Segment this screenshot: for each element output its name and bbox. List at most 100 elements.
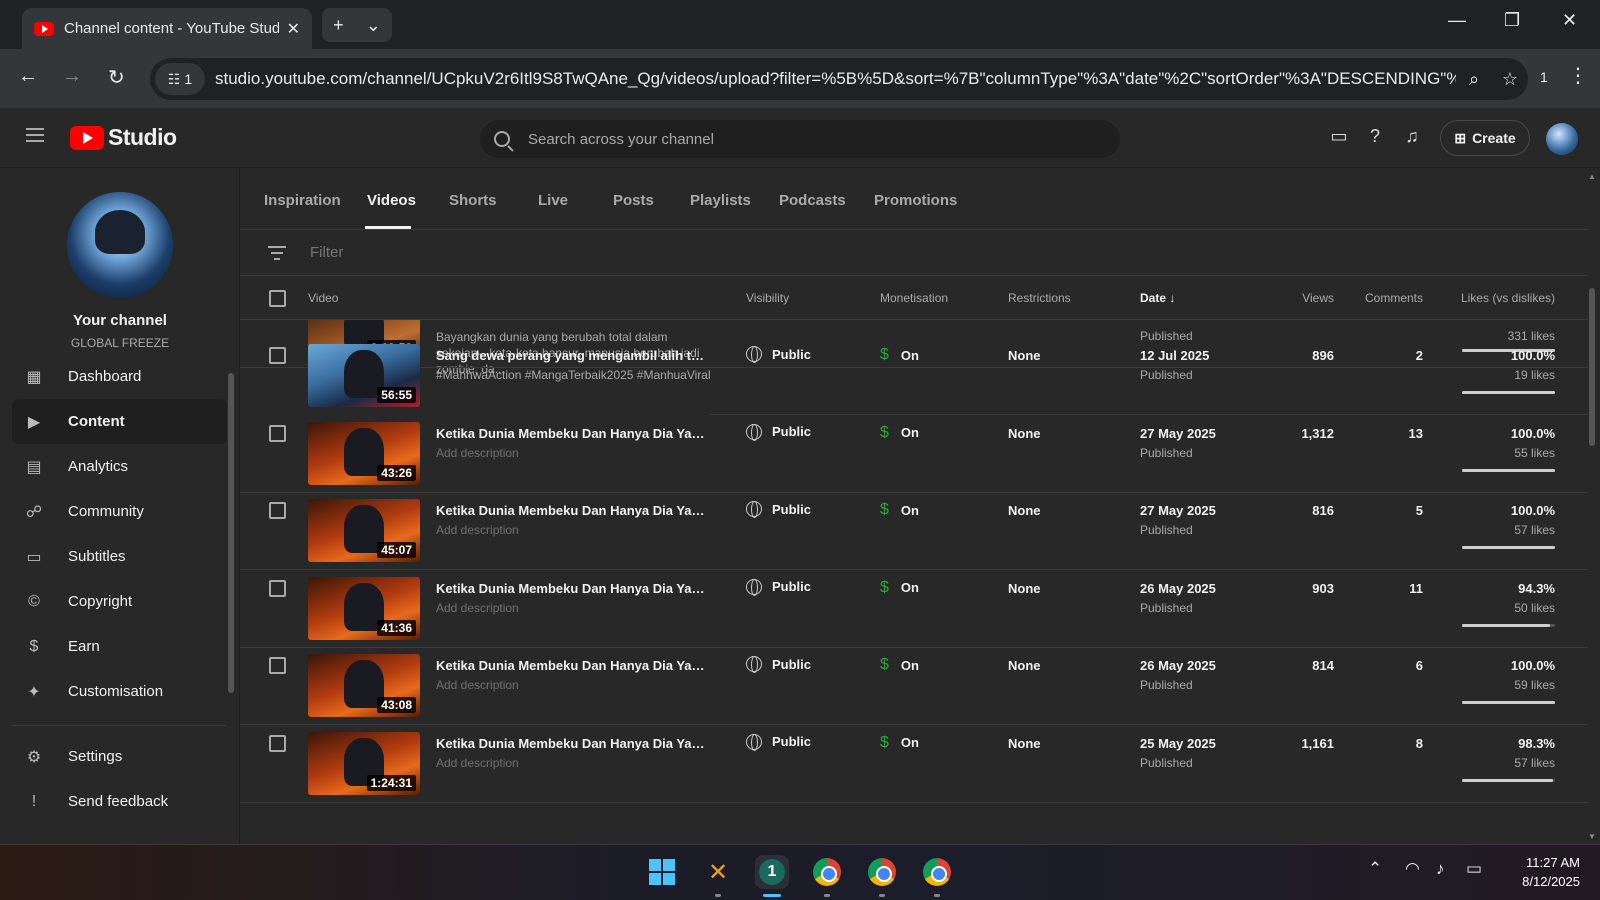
video-description[interactable]: Add description	[436, 446, 711, 460]
row-checkbox[interactable]	[269, 657, 286, 674]
main-scrollbar[interactable]	[1589, 288, 1595, 446]
column-comments[interactable]: Comments	[1340, 291, 1423, 305]
column-restrictions[interactable]: Restrictions	[1008, 291, 1071, 305]
video-title[interactable]: Ketika Dunia Membeku Dan Hanya Dia Yang …	[436, 503, 711, 518]
table-row[interactable]: 41:36 Ketika Dunia Membeku Dan Hanya Dia …	[240, 569, 1588, 648]
monetisation-cell[interactable]: $ On	[880, 346, 919, 364]
create-button[interactable]: ⊞ Create	[1440, 120, 1530, 156]
visibility-cell[interactable]: Public	[746, 578, 811, 596]
table-row[interactable]: 56:55 Sang dewa perang yang mengambil ali…	[240, 336, 1588, 415]
restore-icon[interactable]: ❐	[1504, 10, 1520, 31]
new-tab-icon[interactable]: +	[333, 15, 344, 36]
sidebar-item-send-feedback[interactable]: ! Send feedback	[12, 779, 227, 824]
extension-count[interactable]: 1	[1540, 69, 1548, 85]
table-row[interactable]: 1:24:31 Ketika Dunia Membeku Dan Hanya Di…	[240, 724, 1588, 803]
sidebar-item-community[interactable]: ☍ Community	[12, 489, 227, 534]
sidebar-item-content[interactable]: ▶ Content	[12, 399, 227, 444]
system-clock[interactable]: 11:27 AM 8/12/2025	[1500, 853, 1580, 891]
video-title[interactable]: Sang dewa perang yang mengambil alih tub…	[436, 348, 711, 363]
tab-playlists[interactable]: Playlists	[690, 192, 751, 209]
row-checkbox[interactable]	[269, 424, 286, 442]
monetisation-cell[interactable]: $ On	[880, 424, 919, 442]
monetisation-cell[interactable]: $ On	[880, 501, 919, 519]
menu-icon[interactable]	[26, 128, 44, 142]
filter-input[interactable]	[310, 244, 710, 261]
video-title[interactable]: Ketika Dunia Membeku Dan Hanya Dia Yang …	[436, 581, 711, 596]
url-text[interactable]: studio.youtube.com/channel/UCpkuV2r6Itl9…	[205, 69, 1456, 89]
feedback-message-icon[interactable]: ▭	[1328, 126, 1350, 148]
row-checkbox[interactable]	[269, 347, 286, 364]
sidebar-item-subtitles[interactable]: ▭ Subtitles	[12, 534, 227, 579]
browser-tab[interactable]: Channel content - YouTube Studio ✕	[22, 8, 312, 49]
video-title[interactable]: Ketika Dunia Membeku Dan Hanya Dia Yang …	[436, 736, 711, 751]
sidebar-item-analytics[interactable]: ▤ Analytics	[12, 444, 227, 489]
row-checkbox[interactable]	[269, 579, 286, 597]
reload-icon[interactable]: ↻	[108, 65, 125, 90]
show-hidden-icons-chevron-icon[interactable]: ⌃	[1368, 859, 1382, 879]
sidebar-item-customisation[interactable]: ✦ Customisation	[12, 669, 227, 714]
video-description[interactable]: Add description	[436, 601, 711, 615]
browser-menu-icon[interactable]: ⋮	[1568, 63, 1588, 88]
video-description[interactable]: Add description	[436, 523, 711, 537]
scroll-down-arrow-icon[interactable]: ▼	[1588, 832, 1596, 841]
volume-icon[interactable]: ♪	[1436, 859, 1445, 879]
table-row[interactable]: 43:08 Ketika Dunia Membeku Dan Hanya Dia …	[240, 646, 1588, 725]
sidebar-item-earn[interactable]: $ Earn	[12, 624, 227, 669]
table-row[interactable]: 45:07 Ketika Dunia Membeku Dan Hanya Dia …	[240, 491, 1588, 570]
tab-live[interactable]: Live	[538, 192, 568, 209]
tab-shorts[interactable]: Shorts	[449, 192, 497, 209]
help-icon[interactable]: ?	[1364, 126, 1386, 148]
taskbar-chrome-2[interactable]	[865, 855, 899, 889]
bookmark-star-icon[interactable]: ☆	[1492, 69, 1528, 90]
sidebar-scrollbar[interactable]	[228, 373, 234, 693]
search-input[interactable]	[528, 130, 1120, 148]
sidebar-item-copyright[interactable]: © Copyright	[12, 579, 227, 624]
taskbar-chrome-3[interactable]	[920, 855, 954, 889]
studio-logo[interactable]: Studio	[70, 124, 177, 151]
tab-posts[interactable]: Posts	[613, 192, 654, 209]
monetisation-cell[interactable]: $ On	[880, 656, 919, 674]
visibility-cell[interactable]: Public	[746, 733, 811, 751]
tab-videos[interactable]: Videos	[367, 192, 416, 209]
column-date[interactable]: Date ↓	[1140, 291, 1175, 305]
tab-inspiration[interactable]: Inspiration	[264, 192, 341, 209]
address-bar[interactable]: ☷ 1 studio.youtube.com/channel/UCpkuV2r6…	[150, 58, 1528, 100]
taskbar-chrome-1[interactable]	[810, 855, 844, 889]
sidebar-item-settings[interactable]: ⚙ Settings	[12, 734, 227, 779]
video-thumbnail[interactable]: 43:08	[308, 654, 420, 717]
visibility-cell[interactable]: Public	[746, 501, 811, 518]
tab-list-chevron-icon[interactable]: ⌄	[366, 15, 381, 36]
row-checkbox[interactable]	[269, 502, 286, 519]
video-description[interactable]: Add description	[436, 756, 711, 770]
back-icon[interactable]: ←	[18, 65, 38, 88]
sidebar-item-dashboard[interactable]: ▦ Dashboard	[12, 354, 227, 399]
channel-avatar[interactable]	[67, 192, 173, 298]
battery-icon[interactable]: ▭	[1466, 859, 1482, 879]
close-window-icon[interactable]: ✕	[1562, 10, 1577, 31]
video-thumbnail[interactable]: 41:36	[308, 576, 420, 640]
visibility-cell[interactable]: Public	[746, 423, 811, 441]
column-visibility[interactable]: Visibility	[746, 291, 789, 305]
taskbar-app-x[interactable]: ✕	[701, 855, 735, 889]
column-monetisation[interactable]: Monetisation	[880, 291, 948, 305]
column-views[interactable]: Views	[1240, 291, 1334, 305]
wifi-icon[interactable]: ◠	[1405, 859, 1420, 879]
notifications-bell-icon[interactable]: ♫	[1401, 126, 1423, 148]
select-all-checkbox[interactable]	[269, 290, 286, 307]
minimize-icon[interactable]: —	[1448, 10, 1466, 31]
close-tab-icon[interactable]: ✕	[287, 19, 300, 39]
taskbar-app-active[interactable]: 1	[755, 855, 789, 889]
video-thumbnail[interactable]: 43:26	[308, 421, 420, 485]
video-thumbnail[interactable]: 45:07	[308, 499, 420, 562]
scroll-up-arrow-icon[interactable]: ▲	[1588, 172, 1596, 181]
video-title[interactable]: Ketika Dunia Membeku Dan Hanya Dia Yang …	[436, 658, 711, 673]
forward-icon[interactable]: →	[62, 65, 82, 88]
video-title[interactable]: Ketika Dunia Membeku Dan Hanya Dia Yang …	[436, 426, 711, 441]
visibility-cell[interactable]: Public	[746, 346, 811, 363]
video-thumbnail[interactable]: 1:24:31	[308, 731, 420, 795]
monetisation-cell[interactable]: $ On	[880, 579, 919, 597]
site-info-button[interactable]: ☷ 1	[155, 63, 205, 95]
monetisation-cell[interactable]: $ On	[880, 734, 919, 752]
start-button[interactable]	[645, 855, 679, 889]
your-channel-label[interactable]: Your channel	[0, 312, 240, 329]
